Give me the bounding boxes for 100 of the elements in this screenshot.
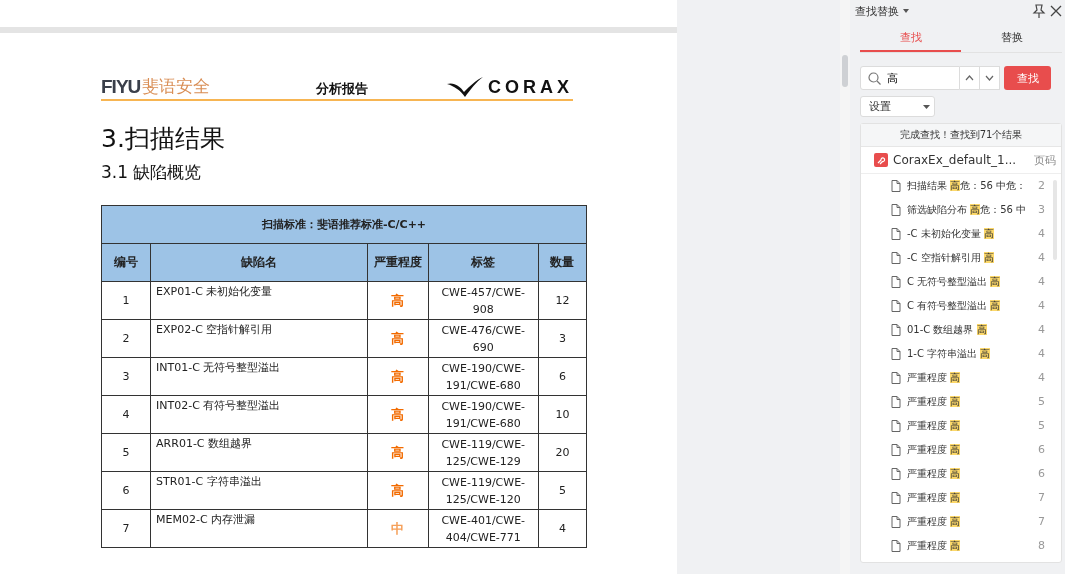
scrollbar[interactable] <box>840 0 850 574</box>
column-header: 缺陷名 <box>150 243 368 282</box>
document-icon <box>891 468 901 480</box>
document-icon <box>891 444 901 456</box>
page-number: 8 <box>1038 539 1046 553</box>
tab[interactable]: 替换 <box>961 25 1062 52</box>
page-number: 5 <box>1038 395 1046 409</box>
document-icon <box>891 276 901 288</box>
page-number: 6 <box>1038 443 1046 457</box>
page-number: 6 <box>1038 467 1046 481</box>
table-cell: 5 <box>101 433 151 472</box>
page-column-header: 页码 <box>1034 152 1056 168</box>
table-cell: 6 <box>101 471 151 510</box>
panel-title[interactable]: 查找替换 <box>855 3 899 19</box>
next-button[interactable] <box>980 66 1000 90</box>
search-result[interactable]: 严重程度 高 <box>907 395 961 409</box>
settings-dropdown[interactable]: 设置 <box>860 96 935 117</box>
table-cell: INT02-C 有符号整型溢出 <box>150 395 368 434</box>
document-icon <box>891 204 901 216</box>
page-number: 7 <box>1038 515 1046 529</box>
document-icon <box>891 348 901 360</box>
severity-cell: 高 <box>367 471 429 510</box>
table-cell: 3 <box>538 319 587 358</box>
page-number: 4 <box>1038 299 1046 313</box>
document-icon <box>891 420 901 432</box>
pdf-file-icon <box>874 153 888 167</box>
document-icon <box>891 228 901 240</box>
table-cell: 7 <box>101 509 151 548</box>
search-result[interactable]: 严重程度 高 <box>907 443 961 457</box>
document-icon <box>891 324 901 336</box>
document-icon <box>891 516 901 528</box>
search-field[interactable]: 高 <box>860 66 960 90</box>
search-result[interactable]: -C 空指针解引用 高 <box>907 251 994 265</box>
document-icon <box>891 300 901 312</box>
table-cell: INT01-C 无符号整型溢出 <box>150 357 368 396</box>
page-number: 4 <box>1038 227 1046 241</box>
page-number: 4 <box>1038 347 1046 361</box>
search-result[interactable]: 严重程度 高 <box>907 491 961 505</box>
document-icon <box>891 372 901 384</box>
column-header: 编号 <box>101 243 151 282</box>
search-result[interactable]: 严重程度 高 <box>907 515 961 529</box>
page-number: 2 <box>1038 179 1046 193</box>
search-icon <box>868 72 881 85</box>
table-cell: EXP01-C 未初始化变量 <box>150 281 368 320</box>
column-header: 标签 <box>428 243 539 282</box>
search-result[interactable]: 严重程度 高 <box>907 419 961 433</box>
table-cell: CWE-401/CWE-404/CWE-771 <box>428 509 539 548</box>
search-result[interactable]: C 有符号整型溢出 高 <box>907 299 1001 313</box>
table-cell: ARR01-C 数组越界 <box>150 433 368 472</box>
search-result[interactable]: 严重程度 高 <box>907 371 961 385</box>
page-number: 4 <box>1038 371 1046 385</box>
table-cell: 1 <box>101 281 151 320</box>
search-result[interactable]: 1-C 字符串溢出 高 <box>907 347 991 361</box>
table-cell: 4 <box>101 395 151 434</box>
table-cell: CWE-190/CWE-191/CWE-680 <box>428 395 539 434</box>
subsection-heading: 3.1 缺陷概览 <box>101 161 203 183</box>
search-result[interactable]: 严重程度 高 <box>907 467 961 481</box>
column-header: 数量 <box>538 243 587 282</box>
severity-cell: 高 <box>367 281 429 320</box>
table-cell: MEM02-C 内存泄漏 <box>150 509 368 548</box>
chevron-up-icon <box>965 75 974 81</box>
corax-logo-text: CORAX <box>487 76 573 98</box>
table-cell: CWE-476/CWE-690 <box>428 319 539 358</box>
search-result[interactable]: 严重程度 高 <box>907 539 961 553</box>
chevron-down-icon <box>985 75 994 81</box>
previous-button[interactable] <box>960 66 980 90</box>
table-cell: 12 <box>538 281 587 320</box>
page-number: 7 <box>1038 491 1046 505</box>
page-number: 4 <box>1038 251 1046 265</box>
table-cell: 4 <box>538 509 587 548</box>
severity-cell: 高 <box>367 319 429 358</box>
brand-logo-text: FIYU <box>101 75 141 98</box>
caret-icon <box>903 9 909 13</box>
page-number: 5 <box>1038 419 1046 433</box>
report-title: 分析报告 <box>316 80 369 98</box>
table-cell: STR01-C 字符串溢出 <box>150 471 368 510</box>
table-cell: CWE-119/CWE-125/CWE-129 <box>428 433 539 472</box>
table-cell: 6 <box>538 357 587 396</box>
file-name[interactable]: CoraxEx_default_1... <box>893 153 1017 167</box>
column-header: 严重程度 <box>367 243 429 282</box>
page-number: 4 <box>1038 323 1046 337</box>
brand-name: 斐语安全 <box>142 75 211 98</box>
search-result[interactable]: C 无符号整型溢出 高 <box>907 275 1001 289</box>
page-number: 4 <box>1038 275 1046 289</box>
close-icon[interactable] <box>1050 5 1062 17</box>
find-button[interactable]: 查找 <box>1004 66 1051 90</box>
document-icon <box>891 492 901 504</box>
search-result[interactable]: 01-C 数组越界 高 <box>907 323 987 337</box>
page-number: 3 <box>1038 203 1046 217</box>
table-cell: EXP02-C 空指针解引用 <box>150 319 368 358</box>
table-cell: 2 <box>101 319 151 358</box>
table-cell: 3 <box>101 357 151 396</box>
table-cell: 10 <box>538 395 587 434</box>
table-cell: CWE-190/CWE-191/CWE-680 <box>428 357 539 396</box>
table-cell: CWE-457/CWE-908 <box>428 281 539 320</box>
pin-icon[interactable] <box>1032 4 1046 18</box>
table-cell: CWE-119/CWE-125/CWE-120 <box>428 471 539 510</box>
table-cell: 20 <box>538 433 587 472</box>
search-result[interactable]: -C 未初始化变量 高 <box>907 227 994 241</box>
caret-icon <box>923 104 930 109</box>
